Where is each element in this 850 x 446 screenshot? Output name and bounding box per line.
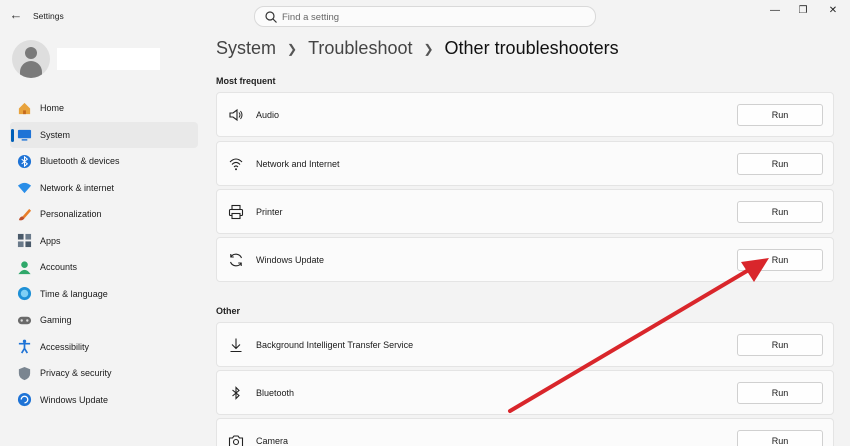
- windows-update-icon: [17, 393, 32, 407]
- home-icon: [18, 102, 31, 114]
- breadcrumb-system[interactable]: System: [216, 38, 276, 59]
- sidebar-item-label: Home: [40, 103, 65, 114]
- sidebar-item-home[interactable]: Home: [10, 95, 198, 122]
- sidebar-item-label: System: [40, 129, 71, 140]
- avatar[interactable]: [12, 40, 50, 78]
- troubleshooter-label: Camera: [256, 436, 289, 446]
- sidebar-item-label: Network & internet: [40, 182, 115, 193]
- sidebar-item-label: Accessibility: [40, 341, 90, 352]
- troubleshooter-card-windows-update: Windows Update Run: [216, 237, 834, 282]
- apps-icon: [17, 234, 32, 248]
- breadcrumb-troubleshoot[interactable]: Troubleshoot: [308, 38, 412, 59]
- gaming-icon: [17, 316, 32, 324]
- page-title: Other troubleshooters: [444, 38, 619, 58]
- sidebar-item-personalization[interactable]: Personalization: [10, 201, 198, 228]
- section-heading-most-frequent: Most frequent: [216, 76, 276, 86]
- close-icon[interactable]: ✕: [822, 3, 844, 19]
- troubleshooter-label: Audio: [256, 110, 280, 120]
- sidebar-item-label: Privacy & security: [40, 368, 112, 379]
- personalization-icon: [18, 208, 32, 221]
- run-network-button[interactable]: Run: [737, 153, 823, 175]
- search-placeholder[interactable]: Find a setting: [282, 12, 339, 23]
- run-bits-button[interactable]: Run: [737, 334, 823, 356]
- profile-name-redacted: [57, 48, 160, 70]
- sidebar-nav: Home System Bluetooth & devices Network …: [10, 95, 198, 413]
- search-box[interactable]: Find a setting: [254, 6, 596, 27]
- wifi-icon: [229, 158, 243, 171]
- speaker-icon: [229, 108, 243, 122]
- breadcrumb: System ❯ Troubleshoot ❯ Other troublesho…: [216, 38, 619, 59]
- back-arrow-icon[interactable]: ←: [8, 7, 24, 23]
- bluetooth-devices-icon: [17, 154, 32, 168]
- sidebar-item-label: Personalization: [40, 209, 102, 220]
- search-icon: [265, 11, 277, 23]
- network-icon: [17, 183, 32, 194]
- troubleshooter-card-camera: Camera Run: [216, 418, 834, 446]
- troubleshooter-label: Network and Internet: [256, 159, 340, 169]
- title-bar: ← Settings Find a setting — ❐ ✕: [0, 0, 850, 32]
- sidebar-item-label: Time & language: [40, 288, 108, 299]
- bluetooth-icon: [232, 386, 240, 400]
- restore-icon[interactable]: ❐: [792, 3, 814, 19]
- sidebar-item-label: Gaming: [40, 315, 72, 326]
- section-heading-other: Other: [216, 306, 241, 316]
- privacy-icon: [18, 366, 31, 380]
- sidebar-item-label: Bluetooth & devices: [40, 156, 120, 167]
- camera-icon: [228, 435, 244, 446]
- run-bluetooth-button[interactable]: Run: [737, 382, 823, 404]
- printer-icon: [228, 204, 244, 220]
- system-icon: [17, 130, 32, 141]
- minimize-icon[interactable]: —: [764, 3, 786, 19]
- sidebar-item-accessibility[interactable]: Accessibility: [10, 334, 198, 361]
- chevron-right-icon: ❯: [287, 41, 298, 56]
- run-audio-button[interactable]: Run: [737, 104, 823, 126]
- run-windows-update-button[interactable]: Run: [737, 249, 823, 271]
- troubleshooter-card-network: Network and Internet Run: [216, 141, 834, 186]
- troubleshooter-card-printer: Printer Run: [216, 189, 834, 234]
- troubleshooter-label: Windows Update: [256, 255, 325, 265]
- sidebar-item-gaming[interactable]: Gaming: [10, 307, 198, 334]
- sidebar-item-system[interactable]: System: [10, 121, 198, 148]
- sidebar-item-label: Accounts: [40, 262, 78, 273]
- sidebar-item-network[interactable]: Network & internet: [10, 175, 198, 202]
- sidebar-item-windows-update[interactable]: Windows Update: [10, 387, 198, 414]
- time-language-icon: [17, 287, 32, 301]
- sidebar-item-apps[interactable]: Apps: [10, 228, 198, 255]
- chevron-right-icon: ❯: [423, 41, 434, 56]
- sidebar-item-accounts[interactable]: Accounts: [10, 254, 198, 281]
- sidebar-item-bluetooth-devices[interactable]: Bluetooth & devices: [10, 148, 198, 175]
- sync-icon: [229, 253, 243, 267]
- troubleshooter-card-audio: Audio Run: [216, 92, 834, 137]
- troubleshooter-label: Printer: [256, 207, 283, 217]
- run-printer-button[interactable]: Run: [737, 201, 823, 223]
- accessibility-icon: [18, 339, 31, 354]
- troubleshooter-label: Bluetooth: [256, 388, 295, 398]
- accounts-icon: [18, 261, 31, 274]
- troubleshooter-card-bits: Background Intelligent Transfer Service …: [216, 322, 834, 367]
- troubleshooter-label: Background Intelligent Transfer Service: [256, 340, 414, 350]
- sidebar-item-label: Apps: [40, 235, 61, 246]
- download-icon: [230, 338, 242, 353]
- run-camera-button[interactable]: Run: [737, 430, 823, 446]
- sidebar-item-time-language[interactable]: Time & language: [10, 281, 198, 308]
- app-title: Settings: [33, 11, 64, 21]
- sidebar-item-privacy[interactable]: Privacy & security: [10, 360, 198, 387]
- troubleshooter-card-bluetooth: Bluetooth Run: [216, 370, 834, 415]
- sidebar-item-label: Windows Update: [40, 394, 109, 405]
